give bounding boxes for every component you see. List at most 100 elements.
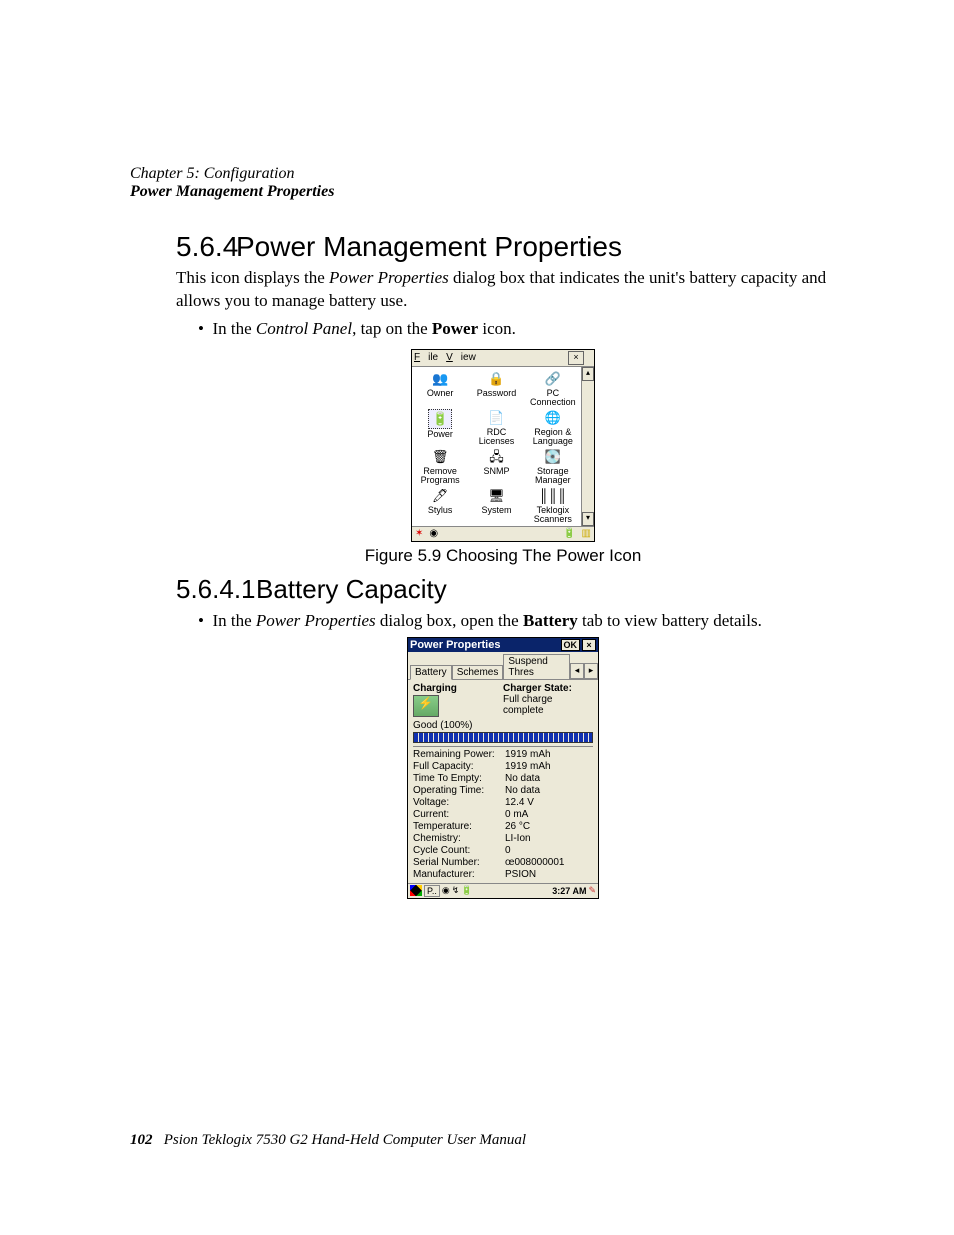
tray-icon[interactable]: ◉ — [429, 528, 438, 539]
cp-item-owner[interactable]: 👥Owner — [412, 370, 468, 407]
battery-good-label: Good (100%) — [413, 720, 593, 731]
stat-value: 1919 mAh — [505, 761, 551, 773]
stat-key: Voltage: — [413, 797, 505, 809]
heading-number: 5.6.4.1 — [176, 574, 256, 605]
item-label: Power — [412, 430, 468, 439]
item-label: Storage Manager — [525, 467, 581, 485]
cp-item-teklogix[interactable]: ║║║Teklogix Scanners — [525, 487, 581, 524]
heading-title: Battery Capacity — [256, 574, 447, 604]
stat-key: Time To Empty: — [413, 773, 505, 785]
item-label: Stylus — [412, 506, 468, 515]
stat-row: Remaining Power:1919 mAh — [413, 749, 593, 761]
tab-scroll-right[interactable]: ▸ — [584, 663, 598, 679]
remove-icon: 🗑 — [429, 448, 451, 466]
cp-item-snmp[interactable]: 🖧SNMP — [468, 448, 524, 485]
item-label: System — [468, 506, 524, 515]
cp-item-rdc[interactable]: 📄RDC Licenses — [468, 409, 524, 446]
cp-item-power[interactable]: 🔋Power — [412, 409, 468, 446]
stat-key: Temperature: — [413, 821, 505, 833]
stat-row: Operating Time:No data — [413, 785, 593, 797]
cp-item-stylus[interactable]: 🖊Stylus — [412, 487, 468, 524]
item-label: Owner — [412, 389, 468, 398]
scrollbar[interactable]: ▴ ▾ — [581, 367, 594, 526]
item-label: SNMP — [468, 467, 524, 476]
stat-key: Serial Number: — [413, 857, 505, 869]
tab-schemes[interactable]: Schemes — [452, 665, 504, 679]
stat-row: Current:0 mA — [413, 809, 593, 821]
tray-battery-icon[interactable]: 🔋 — [461, 885, 472, 896]
owner-icon: 👥 — [429, 370, 451, 388]
snmp-icon: 🖧 — [485, 448, 507, 466]
close-button[interactable]: × — [568, 351, 584, 365]
stat-key: Manufacturer: — [413, 869, 505, 881]
heading-5-6-4: 5.6.4Power Management Properties — [176, 231, 830, 263]
tab-content-battery: Charging Charger State: Full charge comp… — [408, 680, 598, 883]
menu-file[interactable]: FFileile — [414, 352, 438, 363]
stat-value: 0 — [505, 845, 511, 857]
chapter-heading: Chapter 5: Configuration — [130, 165, 830, 183]
stat-row: Cycle Count:0 — [413, 845, 593, 857]
taskbar-app-button[interactable]: P.. — [424, 885, 440, 897]
item-label: Region & Language — [525, 428, 581, 446]
stat-value: 1919 mAh — [505, 749, 551, 761]
tray-icon[interactable]: ◉ — [442, 885, 450, 896]
book-title: Psion Teklogix 7530 G2 Hand-Held Compute… — [164, 1132, 526, 1148]
cp-item-region[interactable]: 🌐Region & Language — [525, 409, 581, 446]
tab-battery[interactable]: Battery — [410, 665, 452, 680]
cp-item-password[interactable]: 🔒Password — [468, 370, 524, 407]
control-panel-window: FFileile View × 👥Owner🔒Password🔗PC Conne… — [411, 349, 595, 542]
heading-5-6-4-1: 5.6.4.1Battery Capacity — [176, 574, 830, 605]
stat-value: 0 mA — [505, 809, 528, 821]
system-icon: 🖥 — [485, 487, 507, 505]
pc-icon: 🔗 — [542, 370, 564, 388]
heading-number: 5.6.4 — [176, 231, 236, 263]
menu-bar: FFileile View × — [412, 350, 594, 367]
stat-value: LI-Ion — [505, 833, 531, 845]
stat-value: PSION — [505, 869, 536, 881]
charging-icon — [413, 695, 439, 717]
tray-battery-icon[interactable]: 🔋 — [563, 528, 575, 539]
taskbar: P.. ◉ ↯ 🔋 3:27 AM ✎ — [408, 883, 598, 898]
window-title: Power Properties — [410, 639, 561, 651]
stat-value: 26 °C — [505, 821, 530, 833]
page-footer: 102 Psion Teklogix 7530 G2 Hand-Held Com… — [130, 1132, 526, 1149]
ok-button[interactable]: OK — [561, 639, 581, 651]
scroll-track[interactable] — [582, 381, 594, 512]
stylus-icon[interactable]: ✎ — [588, 885, 596, 896]
tray-doc-icon[interactable]: ▥ — [582, 528, 591, 539]
intro-paragraph: This icon displays the Power Properties … — [176, 267, 830, 313]
start-icon[interactable] — [410, 885, 422, 896]
charging-label: Charging — [413, 683, 503, 694]
tab-strip: Battery Schemes Suspend Thres ◂ ▸ — [408, 652, 598, 680]
stat-value: No data — [505, 773, 540, 785]
page-number: 102 — [130, 1132, 153, 1148]
taskbar-clock: 3:27 AM — [552, 886, 586, 896]
heading-title: Power Management Properties — [236, 231, 622, 262]
stat-value: œ008000001 — [505, 857, 565, 869]
rdc-icon: 📄 — [485, 409, 507, 427]
close-button[interactable]: × — [582, 639, 596, 651]
stat-row: Manufacturer:PSION — [413, 869, 593, 881]
scroll-up-icon[interactable]: ▴ — [582, 367, 594, 381]
charger-state-value: Full charge complete — [503, 694, 593, 716]
section-heading: Power Management Properties — [130, 183, 830, 201]
cp-item-remove[interactable]: 🗑Remove Programs — [412, 448, 468, 485]
tab-suspend-threshold[interactable]: Suspend Thres — [503, 654, 570, 679]
item-label: Teklogix Scanners — [525, 506, 581, 524]
storage-icon: 💽 — [542, 448, 564, 466]
tab-scroll-left[interactable]: ◂ — [570, 663, 584, 679]
item-label: Remove Programs — [412, 467, 468, 485]
tray-network-icon[interactable]: ↯ — [452, 885, 460, 896]
cp-item-system[interactable]: 🖥System — [468, 487, 524, 524]
stat-value: 12.4 V — [505, 797, 534, 809]
stat-value: No data — [505, 785, 540, 797]
scroll-down-icon[interactable]: ▾ — [582, 512, 594, 526]
cp-item-storage[interactable]: 💽Storage Manager — [525, 448, 581, 485]
control-panel-icon-grid: 👥Owner🔒Password🔗PC Connection 🔋Power📄RDC … — [412, 367, 581, 526]
stat-row: Full Capacity:1919 mAh — [413, 761, 593, 773]
start-icon[interactable]: ✶ — [415, 528, 423, 539]
power-icon: 🔋 — [428, 409, 452, 429]
cp-item-pc[interactable]: 🔗PC Connection — [525, 370, 581, 407]
battery-stats-list: Remaining Power:1919 mAhFull Capacity:19… — [413, 749, 593, 881]
menu-view[interactable]: View — [446, 352, 476, 363]
